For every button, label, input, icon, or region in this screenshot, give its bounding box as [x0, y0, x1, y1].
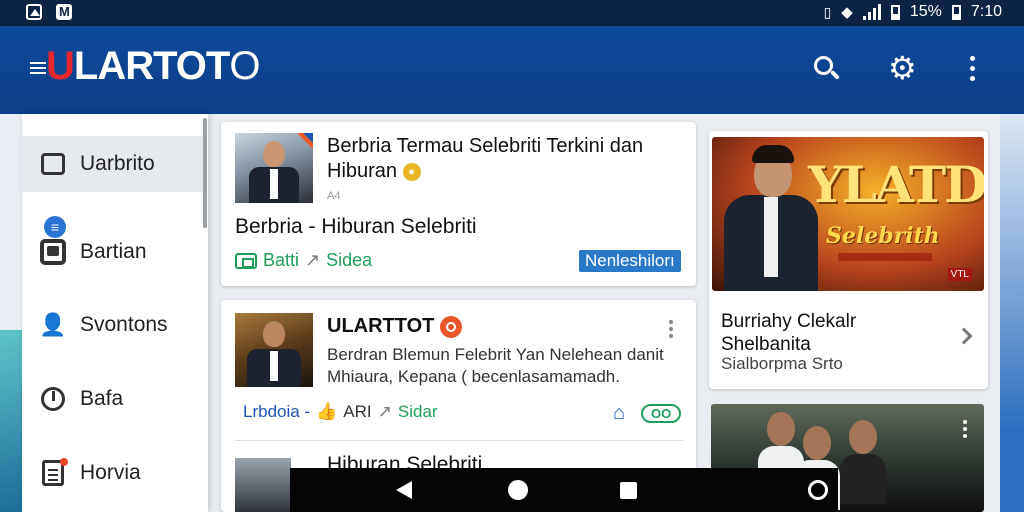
battery-percent: 15%	[909, 3, 942, 20]
coin-icon: ●	[402, 162, 421, 181]
promo-script-text: Selebrith	[826, 223, 940, 249]
signal-icon	[862, 4, 881, 20]
back-icon[interactable]	[396, 481, 412, 499]
app-logo: ULARTOTO	[46, 44, 260, 88]
promo-strip	[838, 253, 932, 261]
background-accent-right	[996, 114, 1024, 512]
news-title-1[interactable]: Berbria Termau Selebriti Terkini dan Hibu…	[327, 134, 643, 184]
news-meta-1: A4	[327, 190, 341, 202]
document-icon	[38, 458, 68, 488]
reaction-count: ARI	[343, 402, 372, 421]
drawer-item-uarbrito[interactable]: Uarbrito	[22, 136, 204, 192]
wifi-icon: ◆	[841, 4, 853, 21]
mail-notification-icon	[56, 4, 72, 20]
drawer-item-label: Bafa	[80, 387, 124, 410]
status-pill[interactable]: OO	[641, 404, 682, 423]
chat-icon	[38, 149, 68, 179]
media-icon	[235, 252, 257, 269]
drawer-scrollbar[interactable]	[203, 118, 207, 228]
news-badge-1[interactable]: Nenleshilorı	[579, 250, 681, 272]
drawer-item-label: Uarbrito	[80, 152, 155, 175]
card-divider	[235, 440, 683, 441]
promo-tag: VTL	[947, 268, 972, 281]
assistant-icon[interactable]	[808, 480, 828, 500]
promo-title[interactable]: Burriahy Clekalr Shelbanita	[721, 310, 856, 356]
gear-icon: ⚙	[888, 50, 917, 86]
card-overflow-menu-icon[interactable]	[669, 320, 673, 341]
news-source-row-1: Batti ↗ Sidea	[235, 250, 372, 271]
home-icon[interactable]: ⌂	[613, 402, 625, 425]
home-button-icon[interactable]	[508, 480, 528, 500]
system-nav-bar	[290, 468, 838, 512]
drawer-item-label: Bartian	[80, 240, 147, 263]
drawer-item-svontons[interactable]: 👤 Svontons	[22, 297, 204, 353]
drawer-item-label: Svontons	[80, 313, 168, 336]
news-headline-1[interactable]: Berbria - Hiburan Selebriti	[235, 214, 477, 239]
box-icon	[38, 237, 68, 267]
overflow-menu-button[interactable]	[952, 48, 992, 88]
news-source-row-2: Lrbdoia - 👍 ARI ↗ Sidar	[243, 402, 438, 422]
gallery-notification-icon	[26, 4, 42, 20]
drawer-item-horvia[interactable]: Horvia	[22, 445, 204, 501]
source-label-2[interactable]: Lrbdoia -	[243, 402, 310, 422]
settings-button[interactable]: ⚙	[882, 48, 922, 88]
drawer-item-label: Horvia	[80, 461, 141, 484]
news-thumbnail-1[interactable]	[235, 133, 313, 203]
promo-big-text: YLATDO	[808, 155, 984, 214]
share-arrow-icon: ↗	[305, 250, 321, 270]
thumb-icon: 👍	[316, 402, 338, 421]
news-thumbnail-2[interactable]	[235, 313, 313, 387]
news-title-2[interactable]: ULARTTOT	[327, 314, 462, 339]
search-button[interactable]	[806, 48, 846, 88]
people-icon: 👤	[39, 312, 67, 337]
app-bar: ULARTOTO ⚙	[0, 26, 1024, 114]
status-bar: ▯ ◆ 15% 7:10	[0, 0, 1024, 26]
menu-icon[interactable]	[30, 62, 46, 74]
recents-icon[interactable]	[620, 482, 637, 499]
share-arrow-icon-2: ↗	[377, 402, 392, 421]
category-label[interactable]: Sidea	[326, 250, 372, 271]
navigation-drawer: Uarbrito ≡ Bartian 👤 Svontons Bafa Horvi…	[22, 114, 208, 512]
battery-icon	[890, 4, 900, 20]
clock-time: 7:10	[970, 3, 1002, 20]
drawer-item-bafa[interactable]: Bafa	[22, 371, 204, 427]
clock-icon	[38, 384, 68, 414]
news-card-1[interactable]: Berbria Termau Selebriti Terkini dan Hibu…	[221, 122, 696, 286]
category-label-2[interactable]: Sidar	[398, 402, 438, 422]
news-description-2: Berdran Blemun Felebrit Yan Nelehean dan…	[327, 345, 664, 386]
vibrate-icon: ▯	[823, 3, 832, 20]
drawer-item-bartian[interactable]: Bartian	[22, 224, 204, 280]
photo-overflow-menu-icon[interactable]	[963, 420, 967, 441]
news-thumbnail-3[interactable]	[235, 458, 291, 512]
promo-banner[interactable]: YLATDO Selebrith VTL	[712, 137, 984, 291]
battery-icon-2	[951, 4, 961, 20]
live-icon	[439, 315, 462, 338]
source-label[interactable]: Batti	[263, 250, 299, 271]
promo-subtitle: Sialborpma Srto	[721, 354, 843, 373]
